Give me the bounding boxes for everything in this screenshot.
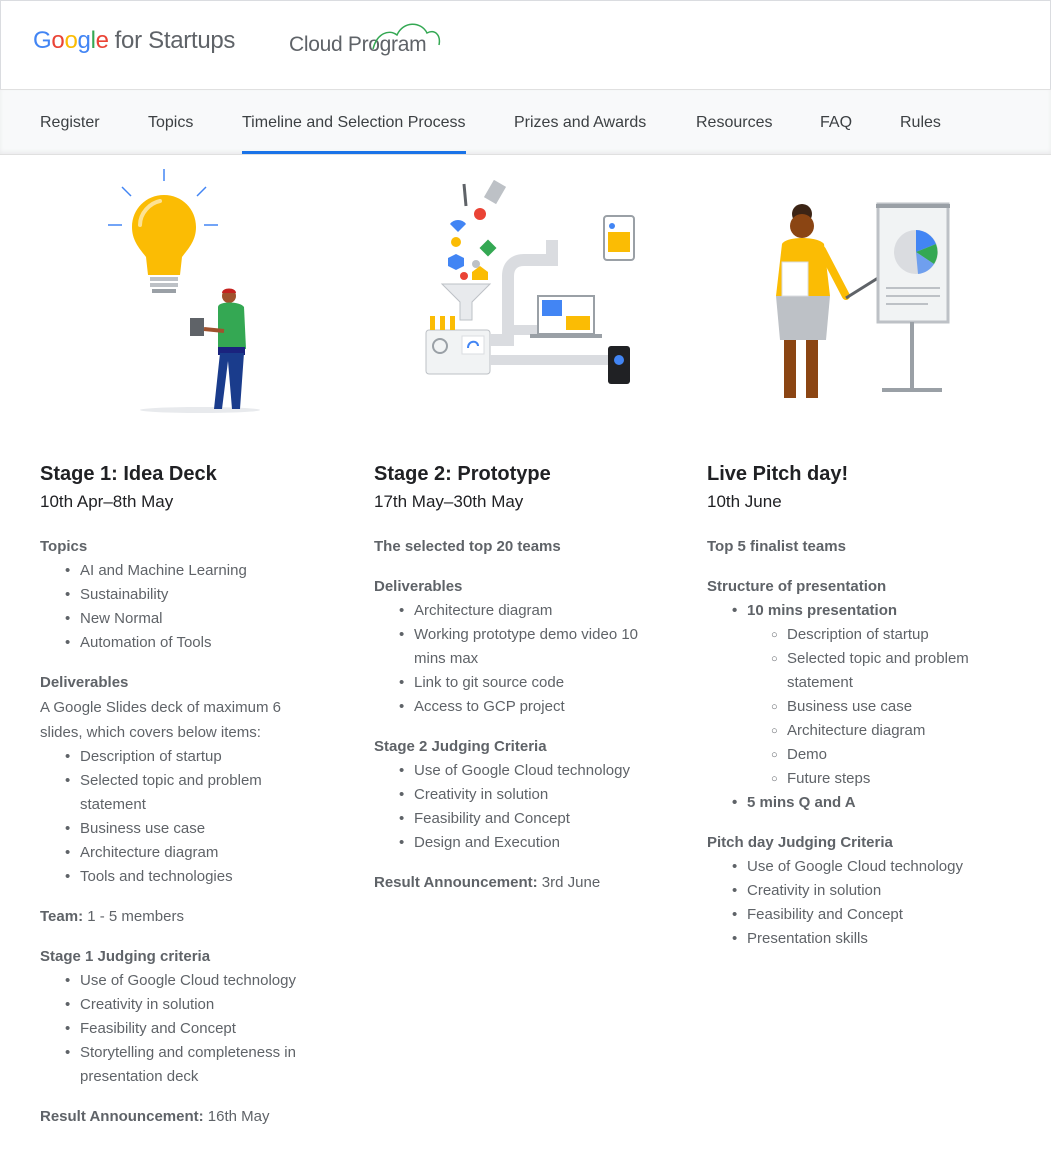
stage1-team: Team: 1 - 5 members <box>40 908 184 925</box>
list-item: Feasibility and Concept <box>374 807 674 831</box>
stage3-date: 10th June <box>707 492 782 511</box>
list-item: New Normal <box>40 607 340 631</box>
stage1-judging-list: Use of Google Cloud technology Creativit… <box>40 969 330 1089</box>
list-item: Architecture diagram <box>40 841 320 865</box>
tab-timeline[interactable]: Timeline and Selection Process <box>242 90 466 154</box>
tab-prizes[interactable]: Prizes and Awards <box>514 90 646 154</box>
stage2-selected-heading: The selected top 20 teams <box>374 538 561 555</box>
list-item: Design and Execution <box>374 831 674 855</box>
list-item: Use of Google Cloud technology <box>40 969 330 993</box>
idea-lightbulb-illustration <box>108 169 260 413</box>
stage3-judging-list: Use of Google Cloud technology Creativit… <box>707 855 1007 951</box>
list-item: Architecture diagram <box>707 719 1007 743</box>
list-item: Working prototype demo video 10 mins max <box>374 623 664 671</box>
list-item: Future steps <box>707 767 1007 791</box>
tab-topics[interactable]: Topics <box>148 90 193 154</box>
list-item: Demo <box>707 743 1007 767</box>
section-nav: Register Topics Timeline and Selection P… <box>0 89 1051 155</box>
stage1-judging-heading: Stage 1 Judging criteria <box>40 948 211 965</box>
stage3-title: Live Pitch day! <box>707 463 849 485</box>
list-item: 5 mins Q and A <box>707 791 1027 815</box>
stage1-result: Result Announcement: 16th May <box>40 1108 270 1125</box>
stage2-column: Stage 2: Prototype 17th May–30th May The… <box>374 460 674 895</box>
list-item: Architecture diagram <box>374 599 664 623</box>
stage2-date: 17th May–30th May <box>374 492 524 511</box>
stage3-finalists-heading: Top 5 finalist teams <box>707 538 846 555</box>
list-item: Access to GCP project <box>374 695 664 719</box>
list-item: Feasibility and Concept <box>40 1017 330 1041</box>
stage1-deliverables-text: A Google Slides deck of maximum 6 slides… <box>40 699 281 741</box>
stage3-structure-list: 10 mins presentation <box>707 599 1027 623</box>
list-item: Sustainability <box>40 583 340 607</box>
google-for-startups-logo[interactable]: Google for Startups <box>33 27 235 55</box>
stage3-presentation-items: Description of startup Selected topic an… <box>707 623 1007 791</box>
list-item: Selected topic and problem statement <box>40 769 320 817</box>
prototype-machine-illustration <box>425 180 635 384</box>
cloud-outline-icon <box>372 23 441 50</box>
stage3-column: Live Pitch day! 10th June Top 5 finalist… <box>707 460 1027 951</box>
list-item: Use of Google Cloud technology <box>374 759 674 783</box>
stage1-column: Stage 1: Idea Deck 10th Apr–8th May Topi… <box>40 460 340 1129</box>
tab-resources[interactable]: Resources <box>696 90 772 154</box>
list-item: 10 mins presentation <box>707 599 1027 623</box>
list-item: Storytelling and completeness in present… <box>40 1041 330 1089</box>
stage3-structure-heading: Structure of presentation <box>707 578 887 595</box>
stage2-judging-heading: Stage 2 Judging Criteria <box>374 738 547 755</box>
stage2-deliverables-list: Architecture diagram Working prototype d… <box>374 599 664 719</box>
stage3-judging-heading: Pitch day Judging Criteria <box>707 834 893 851</box>
list-item: Description of startup <box>40 745 320 769</box>
list-item: Creativity in solution <box>707 879 1007 903</box>
list-item: Use of Google Cloud technology <box>707 855 1007 879</box>
list-item: Presentation skills <box>707 927 1007 951</box>
list-item: Link to git source code <box>374 671 664 695</box>
list-item: AI and Machine Learning <box>40 559 340 583</box>
stage3-qa-list: 5 mins Q and A <box>707 791 1027 815</box>
stage1-topics-list: AI and Machine Learning Sustainability N… <box>40 559 340 655</box>
list-item: Business use case <box>707 695 1007 719</box>
tab-register[interactable]: Register <box>40 90 100 154</box>
tab-faq[interactable]: FAQ <box>820 90 852 154</box>
tab-rules[interactable]: Rules <box>900 90 941 154</box>
list-item: Feasibility and Concept <box>707 903 1007 927</box>
list-item: Creativity in solution <box>40 993 330 1017</box>
stage2-result: Result Announcement: 3rd June <box>374 874 601 891</box>
stage1-topics-heading: Topics <box>40 538 88 555</box>
stage1-deliverables-heading: Deliverables <box>40 674 129 691</box>
list-item: Description of startup <box>707 623 1007 647</box>
stage1-title: Stage 1: Idea Deck <box>40 463 217 485</box>
list-item: Business use case <box>40 817 320 841</box>
pitch-presenter-illustration <box>776 202 950 398</box>
list-item: Tools and technologies <box>40 865 320 889</box>
list-item: Selected topic and problem statement <box>707 647 1007 695</box>
list-item: Automation of Tools <box>40 631 340 655</box>
list-item: Creativity in solution <box>374 783 674 807</box>
stage2-judging-list: Use of Google Cloud technology Creativit… <box>374 759 674 855</box>
stage2-deliverables-heading: Deliverables <box>374 578 463 595</box>
site-header: Google for Startups Cloud Program <box>0 0 1051 89</box>
stage1-date: 10th Apr–8th May <box>40 492 174 511</box>
stage1-deliverables-list: Description of startup Selected topic an… <box>40 745 320 889</box>
stage2-title: Stage 2: Prototype <box>374 463 551 485</box>
